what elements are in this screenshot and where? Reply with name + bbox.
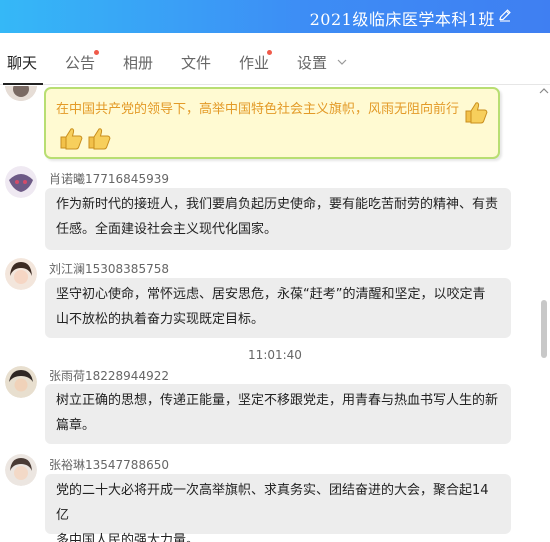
message-line: 多中国人民的强大力量。 — [56, 533, 200, 542]
thumbs-up-icon — [88, 128, 111, 150]
chevron-down-icon[interactable] — [337, 58, 347, 66]
message-bubble[interactable]: 坚守初心使命，常怀远虑、居安思危，永葆“赶考”的清醒和坚定，以咬定青 山不放松的… — [45, 278, 511, 338]
window-header: 2021级临床医学本科1班 — [0, 0, 550, 33]
avatar[interactable] — [5, 86, 37, 101]
tab-chat[interactable]: 聊天 — [7, 52, 37, 73]
message-timestamp: 11:01:40 — [248, 348, 302, 362]
message-bubble[interactable]: 作为新时代的接班人，我们要肩负起历史使命，要有能吃苦耐劳的精神、有责 任感。全面… — [45, 188, 511, 250]
tab-announcement[interactable]: 公告 — [65, 52, 95, 73]
message-line: 任感。全面建设社会主义现代化国家。 — [56, 222, 278, 237]
avatar-image — [5, 366, 37, 398]
notification-dot — [267, 50, 272, 55]
sender-name: 肖诺曦17716845939 — [49, 172, 169, 186]
tab-settings[interactable]: 设置 — [297, 52, 327, 73]
tab-homework[interactable]: 作业 — [239, 52, 269, 73]
avatar-image — [5, 258, 37, 290]
avatar[interactable] — [5, 454, 37, 486]
tab-files[interactable]: 文件 — [181, 52, 211, 73]
avatar[interactable] — [5, 366, 37, 398]
tab-album[interactable]: 相册 — [123, 52, 153, 73]
message-bubble[interactable]: 党的二十大必将开成一次高举旗帜、求真务实、团结奋进的大会，聚合起14亿 多中国人… — [45, 474, 511, 542]
avatar-image — [5, 166, 37, 198]
message-line: 树立正确的思想，传递正能量，坚定不移跟党走，用青春与热血书写人生的新 — [56, 393, 499, 408]
scroll-up-icon[interactable] — [538, 86, 550, 96]
notification-dot — [94, 50, 99, 55]
message-line: 党的二十大必将开成一次高举旗帜、求真务实、团结奋进的大会，聚合起14亿 — [56, 483, 489, 523]
scrollbar-thumb[interactable] — [541, 300, 547, 358]
pencil-icon[interactable] — [497, 7, 513, 23]
chat-message-list[interactable]: 在中国共产党的领导下，高举中国特色社会主义旗帜，风雨无阻向前行 肖诺曦17716… — [0, 86, 550, 542]
message-bubble[interactable]: 树立正确的思想，传递正能量，坚定不移跟党走，用青春与热血书写人生的新 篇章。 — [45, 384, 511, 444]
sender-name: 张裕琳13547788650 — [49, 458, 169, 472]
group-title: 2021级临床医学本科1班 — [309, 10, 495, 29]
message-line: 山不放松的执着奋力实现既定目标。 — [56, 312, 265, 327]
avatar-image — [5, 86, 37, 101]
thumbs-up-icon — [60, 128, 83, 150]
highlighted-message-bubble[interactable]: 在中国共产党的领导下，高举中国特色社会主义旗帜，风雨无阻向前行 — [44, 87, 500, 159]
active-tab-underline — [3, 83, 43, 85]
sender-name: 刘江澜15308385758 — [49, 262, 169, 276]
avatar-image — [5, 454, 37, 486]
highlighted-message-text: 在中国共产党的领导下，高举中国特色社会主义旗帜，风雨无阻向前行 — [56, 102, 460, 117]
thumbs-up-icon — [465, 102, 488, 124]
tab-bar: 聊天 公告 相册 文件 作业 设置 — [0, 33, 550, 85]
sender-name: 张雨荷18228944922 — [49, 369, 169, 383]
message-line: 篇章。 — [56, 418, 96, 433]
avatar[interactable] — [5, 258, 37, 290]
message-line: 坚守初心使命，常怀远虑、居安思危，永葆“赶考”的清醒和坚定，以咬定青 — [56, 287, 486, 302]
avatar[interactable] — [5, 166, 37, 198]
message-line: 作为新时代的接班人，我们要肩负起历史使命，要有能吃苦耐劳的精神、有责 — [56, 197, 499, 212]
